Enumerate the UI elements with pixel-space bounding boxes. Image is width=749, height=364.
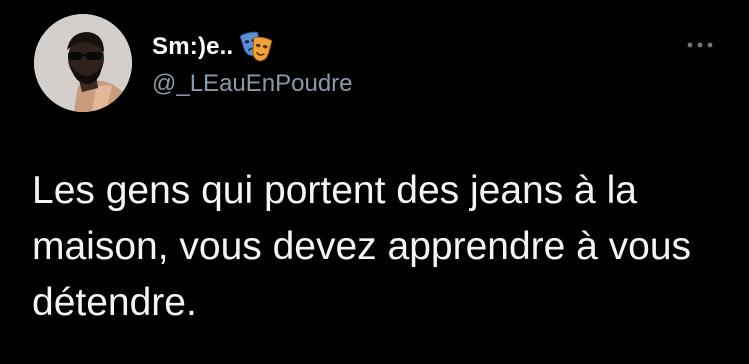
tweet-text: Les gens qui portent des jeans à la mais… [32,169,692,324]
performing-arts-masks-icon [239,30,273,64]
more-options-button[interactable] [680,30,720,60]
avatar-photo [34,14,132,112]
author-handle[interactable]: @_LEauEnPoudre [152,70,353,98]
display-name-text[interactable]: Sm:)e.. [152,33,233,61]
tweet-card: Sm:)e.. @_LEauEnPoudre Les gens qui port… [0,0,749,364]
author-display-name[interactable]: Sm:)e.. [152,30,273,64]
more-horizontal-icon [687,42,713,48]
avatar[interactable] [34,14,132,112]
